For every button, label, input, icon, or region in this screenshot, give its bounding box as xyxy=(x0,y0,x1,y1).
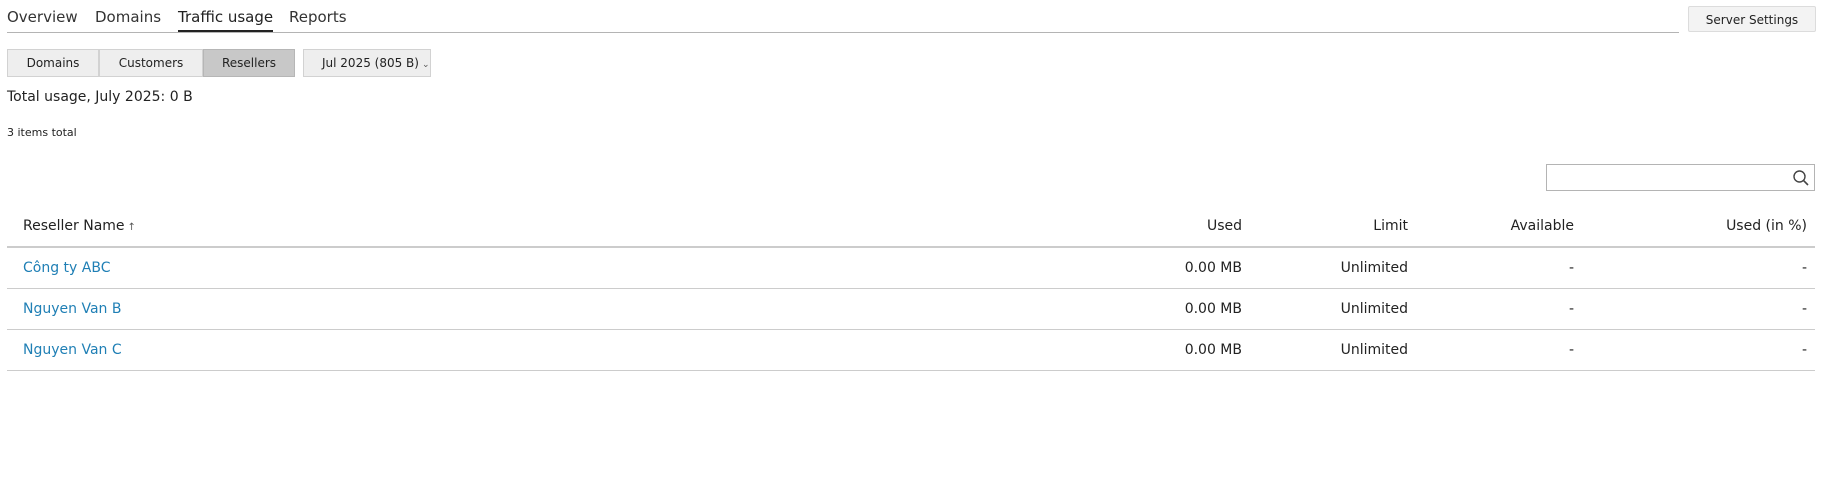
reseller-name-link[interactable]: Công ty ABC xyxy=(23,260,111,276)
cell-used: 0.00 MB xyxy=(1184,342,1242,358)
tab-overview[interactable]: Overview xyxy=(7,8,78,32)
period-dropdown[interactable]: Jul 2025 (805 B) ⌄ xyxy=(303,49,431,77)
resellers-table: Reseller Name ↑ Used Limit Available Used… xyxy=(7,208,1815,371)
tab-traffic-usage[interactable]: Traffic usage xyxy=(178,8,274,32)
column-header-reseller-name[interactable]: Reseller Name ↑ xyxy=(23,218,136,234)
total-usage-text: Total usage, July 2025: 0 B xyxy=(7,89,193,105)
cell-used-percent: - xyxy=(1801,342,1807,358)
reseller-name-link[interactable]: Nguyen Van C xyxy=(23,342,122,358)
reseller-name-link[interactable]: Nguyen Van B xyxy=(23,301,121,317)
segment-resellers[interactable]: Resellers xyxy=(203,49,295,77)
period-label: Jul 2025 (805 B) xyxy=(322,56,419,70)
cell-available: - xyxy=(1568,260,1574,276)
search-icon[interactable] xyxy=(1792,169,1810,187)
search-input[interactable] xyxy=(1552,165,1784,192)
cell-limit: Unlimited xyxy=(1340,342,1408,358)
segment-customers[interactable]: Customers xyxy=(99,49,203,77)
cell-used: 0.00 MB xyxy=(1184,260,1242,276)
server-settings-button[interactable]: Server Settings xyxy=(1688,6,1816,32)
table-row: Công ty ABC 0.00 MB Unlimited - - xyxy=(7,248,1815,289)
column-header-available[interactable]: Available xyxy=(1511,218,1574,234)
cell-used-percent: - xyxy=(1801,260,1807,276)
tab-reports[interactable]: Reports xyxy=(289,8,347,32)
cell-used-percent: - xyxy=(1801,301,1807,317)
cell-limit: Unlimited xyxy=(1340,301,1408,317)
sort-ascending-icon: ↑ xyxy=(127,222,136,233)
search-box xyxy=(1546,164,1815,192)
cell-used: 0.00 MB xyxy=(1184,301,1242,317)
main-tab-bar: Overview Domains Traffic usage Reports xyxy=(7,0,1679,33)
table-row: Nguyen Van B 0.00 MB Unlimited - - xyxy=(7,289,1815,330)
table-row: Nguyen Van C 0.00 MB Unlimited - - xyxy=(7,330,1815,371)
column-header-used[interactable]: Used xyxy=(1207,218,1242,234)
items-count: 3 items total xyxy=(7,126,77,139)
chevron-down-icon: ⌄ xyxy=(421,60,430,70)
cell-available: - xyxy=(1568,342,1574,358)
column-header-limit[interactable]: Limit xyxy=(1373,218,1408,234)
segment-domains[interactable]: Domains xyxy=(7,49,99,77)
table-header: Reseller Name ↑ Used Limit Available Used… xyxy=(7,208,1815,248)
cell-limit: Unlimited xyxy=(1340,260,1408,276)
cell-available: - xyxy=(1568,301,1574,317)
column-header-label: Reseller Name xyxy=(23,218,125,234)
tab-domains[interactable]: Domains xyxy=(95,8,161,32)
column-header-used-percent[interactable]: Used (in %) xyxy=(1726,218,1807,234)
